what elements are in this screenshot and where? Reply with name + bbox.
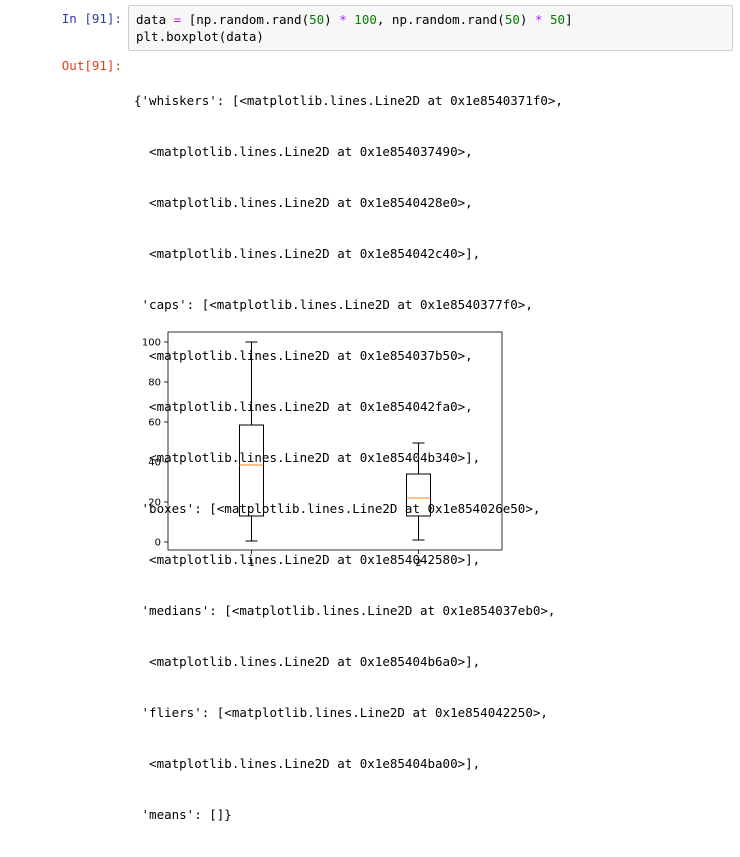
code-token-number: 50	[309, 12, 325, 27]
axes-frame	[167, 331, 503, 551]
notebook-cell: In [91]: data = [np.random.rand(50) * 10…	[0, 0, 740, 822]
code-line-2: plt.boxplot(data)	[136, 29, 264, 44]
output-prompt: Out[91]:	[61, 58, 122, 73]
y-tick-label: 60	[148, 418, 161, 429]
code-token-operator: *	[339, 12, 347, 27]
output-line: <matplotlib.lines.Line2D at 0x1e8540428e…	[134, 195, 473, 210]
output-line: <matplotlib.lines.Line2D at 0x1e85404b6a…	[134, 654, 481, 669]
box	[406, 473, 431, 517]
code-token-number: 50	[504, 12, 520, 27]
y-tick-label: 100	[142, 338, 161, 349]
code-token: [np.random.rand(	[181, 12, 310, 27]
code-token: , np.random.rand(	[376, 12, 505, 27]
output-line: 'medians': [<matplotlib.lines.Line2D at …	[134, 603, 556, 618]
y-tick-label: 20	[148, 498, 161, 509]
output-line: {'whiskers': [<matplotlib.lines.Line2D a…	[134, 93, 563, 108]
box	[239, 424, 264, 517]
input-prompt: In [91]:	[61, 11, 122, 26]
x-tick-label: 2	[415, 558, 421, 569]
code-token-number: 50	[550, 12, 566, 27]
code-token: ]	[565, 12, 573, 27]
y-tick-label: 0	[155, 538, 161, 549]
x-tick-label: 1	[248, 558, 254, 569]
code-token-number: 100	[354, 12, 377, 27]
y-tick-label: 80	[148, 378, 161, 389]
code-line-1: data = [np.random.rand(50) * 100, np.ran…	[136, 11, 573, 28]
code-token: data	[136, 12, 174, 27]
output-line: <matplotlib.lines.Line2D at 0x1e85404ba0…	[134, 756, 481, 771]
output-line: <matplotlib.lines.Line2D at 0x1e854042c4…	[134, 246, 481, 261]
boxplot-chart: 0 20 40 60 80 100 1 2	[142, 331, 503, 569]
code-token: )	[324, 12, 340, 27]
output-line: <matplotlib.lines.Line2D at 0x1e85403749…	[134, 144, 473, 159]
output-line: 'fliers': [<matplotlib.lines.Line2D at 0…	[134, 705, 548, 720]
output-line: 'caps': [<matplotlib.lines.Line2D at 0x1…	[134, 297, 533, 312]
code-token: )	[519, 12, 535, 27]
output-line: 'means': []}	[134, 807, 232, 822]
code-input-area[interactable]: data = [np.random.rand(50) * 100, np.ran…	[128, 5, 733, 51]
y-tick-label: 40	[148, 458, 161, 469]
